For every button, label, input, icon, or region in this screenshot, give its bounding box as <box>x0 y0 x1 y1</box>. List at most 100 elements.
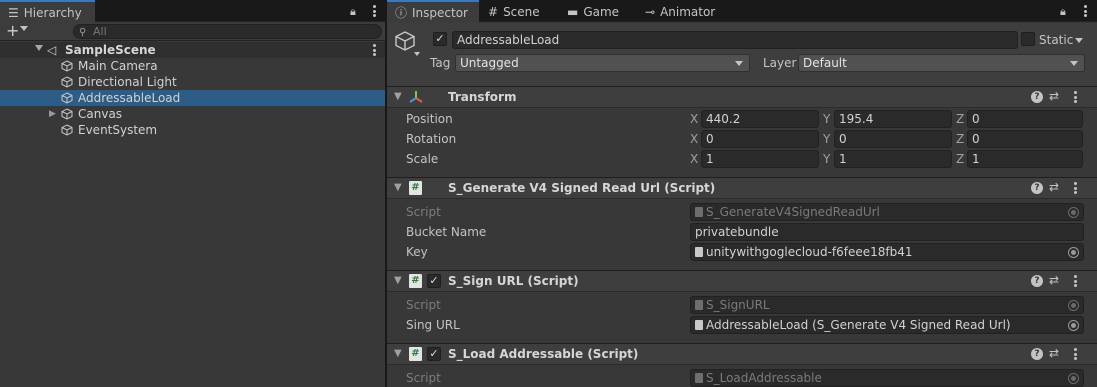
gameobject-icon <box>61 108 73 120</box>
presets-icon[interactable]: ⇄ <box>1049 180 1059 194</box>
hierarchy-item[interactable]: Directional Light <box>0 74 385 90</box>
scene-menu-icon[interactable] <box>368 43 380 57</box>
script-file-icon <box>695 373 703 383</box>
rotation-y-field[interactable]: 0 <box>834 130 952 148</box>
static-checkbox[interactable] <box>1021 32 1035 46</box>
hierarchy-menu-icon[interactable] <box>368 4 380 18</box>
add-dropdown-icon[interactable] <box>20 26 28 31</box>
tag-label: Tag <box>430 56 451 70</box>
sign-url-field[interactable]: AddressableLoad (S_Generate V4 Signed Re… <box>690 316 1084 334</box>
presets-icon[interactable]: ⇄ <box>1049 346 1059 360</box>
tab-scene[interactable]: # Scene <box>480 0 548 23</box>
axis-x-label[interactable]: X <box>690 112 698 126</box>
expand-arrow-icon[interactable] <box>35 45 43 51</box>
component-menu-icon[interactable] <box>1069 347 1081 361</box>
tab-animator[interactable]: ⊸ Animator <box>637 0 723 23</box>
component-menu-icon[interactable] <box>1069 90 1081 104</box>
object-picker-icon[interactable] <box>1068 320 1079 331</box>
collapse-arrow-icon[interactable]: ▼ <box>394 348 402 359</box>
transform-header[interactable]: ▼ Transform ? ⇄ <box>387 86 1097 108</box>
gameobject-icon <box>61 92 73 104</box>
transform-title: Transform <box>448 90 517 104</box>
axis-y-label[interactable]: Y <box>823 132 830 146</box>
expand-arrow-icon[interactable]: ▶ <box>49 106 56 122</box>
help-icon[interactable]: ? <box>1031 275 1043 287</box>
axis-y-label[interactable]: Y <box>823 152 830 166</box>
add-icon[interactable]: + <box>6 22 19 40</box>
tab-hierarchy[interactable]: ☰ Hierarchy <box>0 0 95 23</box>
key-value: unitywithgoglecloud-f6feee18fb41 <box>706 245 913 259</box>
gameobject-icon <box>61 124 73 136</box>
axis-z-label[interactable]: Z <box>956 112 964 126</box>
inspector-lock-icon[interactable]: 🔒︎ <box>1060 5 1066 19</box>
lock-icon[interactable]: 🔒︎ <box>350 5 356 19</box>
position-label: Position <box>406 112 453 126</box>
tab-animator-label: Animator <box>660 4 716 19</box>
tab-game-label: Game <box>583 4 620 19</box>
static-dropdown-icon[interactable] <box>1075 38 1083 43</box>
bucket-name-field[interactable]: privatebundle <box>690 223 1084 241</box>
script-file-icon <box>695 300 703 310</box>
component-title: S_Sign URL (Script) <box>448 274 579 288</box>
help-icon[interactable]: ? <box>1031 91 1043 103</box>
component-menu-icon[interactable] <box>1069 274 1081 288</box>
key-field[interactable]: unitywithgoglecloud-f6feee18fb41 <box>690 243 1084 261</box>
help-icon[interactable]: ? <box>1031 348 1043 360</box>
hierarchy-search-input[interactable]: ⚲ All <box>73 24 382 39</box>
rotation-x-field[interactable]: 0 <box>701 130 819 148</box>
script-value: S_LoadAddressable <box>706 371 822 385</box>
tab-game[interactable]: ▬ Game <box>559 0 627 23</box>
component-enabled-checkbox[interactable]: ✓ <box>427 347 441 361</box>
inspector-menu-icon[interactable] <box>1079 4 1091 18</box>
hierarchy-item[interactable]: AddressableLoad <box>0 90 385 106</box>
help-icon[interactable]: ? <box>1031 182 1043 194</box>
axis-y-label[interactable]: Y <box>823 112 830 126</box>
axis-x-label[interactable]: X <box>690 152 698 166</box>
object-name-field[interactable]: AddressableLoad <box>452 31 1018 49</box>
component-enabled-checkbox[interactable]: ✓ <box>427 274 441 288</box>
rotation-z-field[interactable]: 0 <box>967 130 1083 148</box>
object-picker-icon <box>1068 300 1079 311</box>
component-header-load-addressable[interactable]: ▼ # ✓ S_Load Addressable (Script) ? ⇄ <box>387 343 1097 365</box>
scale-label: Scale <box>406 152 439 166</box>
rotation-label: Rotation <box>406 132 457 146</box>
unity-scene-icon: ◁ <box>47 43 57 57</box>
inspector-panel: ⓘ Inspector # Scene ▬ Game ⊸ Animator 🔒︎… <box>386 0 1097 387</box>
component-header-generate-url[interactable]: ▼ # S_Generate V4 Signed Read Url (Scrip… <box>387 177 1097 199</box>
script-value: S_SignURL <box>706 298 770 312</box>
scene-name: SampleScene <box>65 43 156 57</box>
scale-x-field[interactable]: 1 <box>701 150 819 168</box>
hierarchy-panel: ☰ Hierarchy 🔒︎ + ⚲ All ◁ SampleScene Mai… <box>0 0 385 387</box>
axis-z-label[interactable]: Z <box>956 152 964 166</box>
collapse-arrow-icon[interactable]: ▼ <box>394 275 402 286</box>
scale-y-field[interactable]: 1 <box>834 150 952 168</box>
sign-url-value: AddressableLoad (S_Generate V4 Signed Re… <box>706 318 1011 332</box>
hierarchy-item-label: EventSystem <box>78 123 158 137</box>
position-z-field[interactable]: 0 <box>967 110 1083 128</box>
scene-row[interactable]: ◁ SampleScene <box>0 42 385 58</box>
component-menu-icon[interactable] <box>1069 181 1081 195</box>
collapse-arrow-icon[interactable]: ▼ <box>394 91 402 102</box>
presets-icon[interactable]: ⇄ <box>1049 273 1059 287</box>
axis-x-label[interactable]: X <box>690 132 698 146</box>
layer-dropdown[interactable]: Default <box>798 54 1085 72</box>
axis-z-label[interactable]: Z <box>956 132 964 146</box>
gameobject-icon <box>61 76 73 88</box>
icon-dropdown-icon[interactable] <box>414 52 420 56</box>
hierarchy-item[interactable]: ▶ Canvas <box>0 106 385 122</box>
tag-dropdown[interactable]: Untagged <box>455 54 750 72</box>
transform-icon <box>409 91 423 103</box>
component-header-sign-url[interactable]: ▼ # ✓ S_Sign URL (Script) ? ⇄ <box>387 270 1097 292</box>
collapse-arrow-icon[interactable]: ▼ <box>394 182 402 193</box>
tab-inspector[interactable]: ⓘ Inspector <box>387 0 479 23</box>
hierarchy-item[interactable]: Main Camera <box>0 58 385 74</box>
position-y-field[interactable]: 195.4 <box>834 110 952 128</box>
active-checkbox[interactable]: ✓ <box>433 32 447 46</box>
object-picker-icon[interactable] <box>1068 247 1079 258</box>
hierarchy-item-label: Main Camera <box>78 59 158 73</box>
position-x-field[interactable]: 440.2 <box>701 110 819 128</box>
hierarchy-item[interactable]: EventSystem <box>0 122 385 138</box>
presets-icon[interactable]: ⇄ <box>1049 89 1059 103</box>
scale-z-field[interactable]: 1 <box>967 150 1083 168</box>
script-label: Script <box>406 371 441 385</box>
